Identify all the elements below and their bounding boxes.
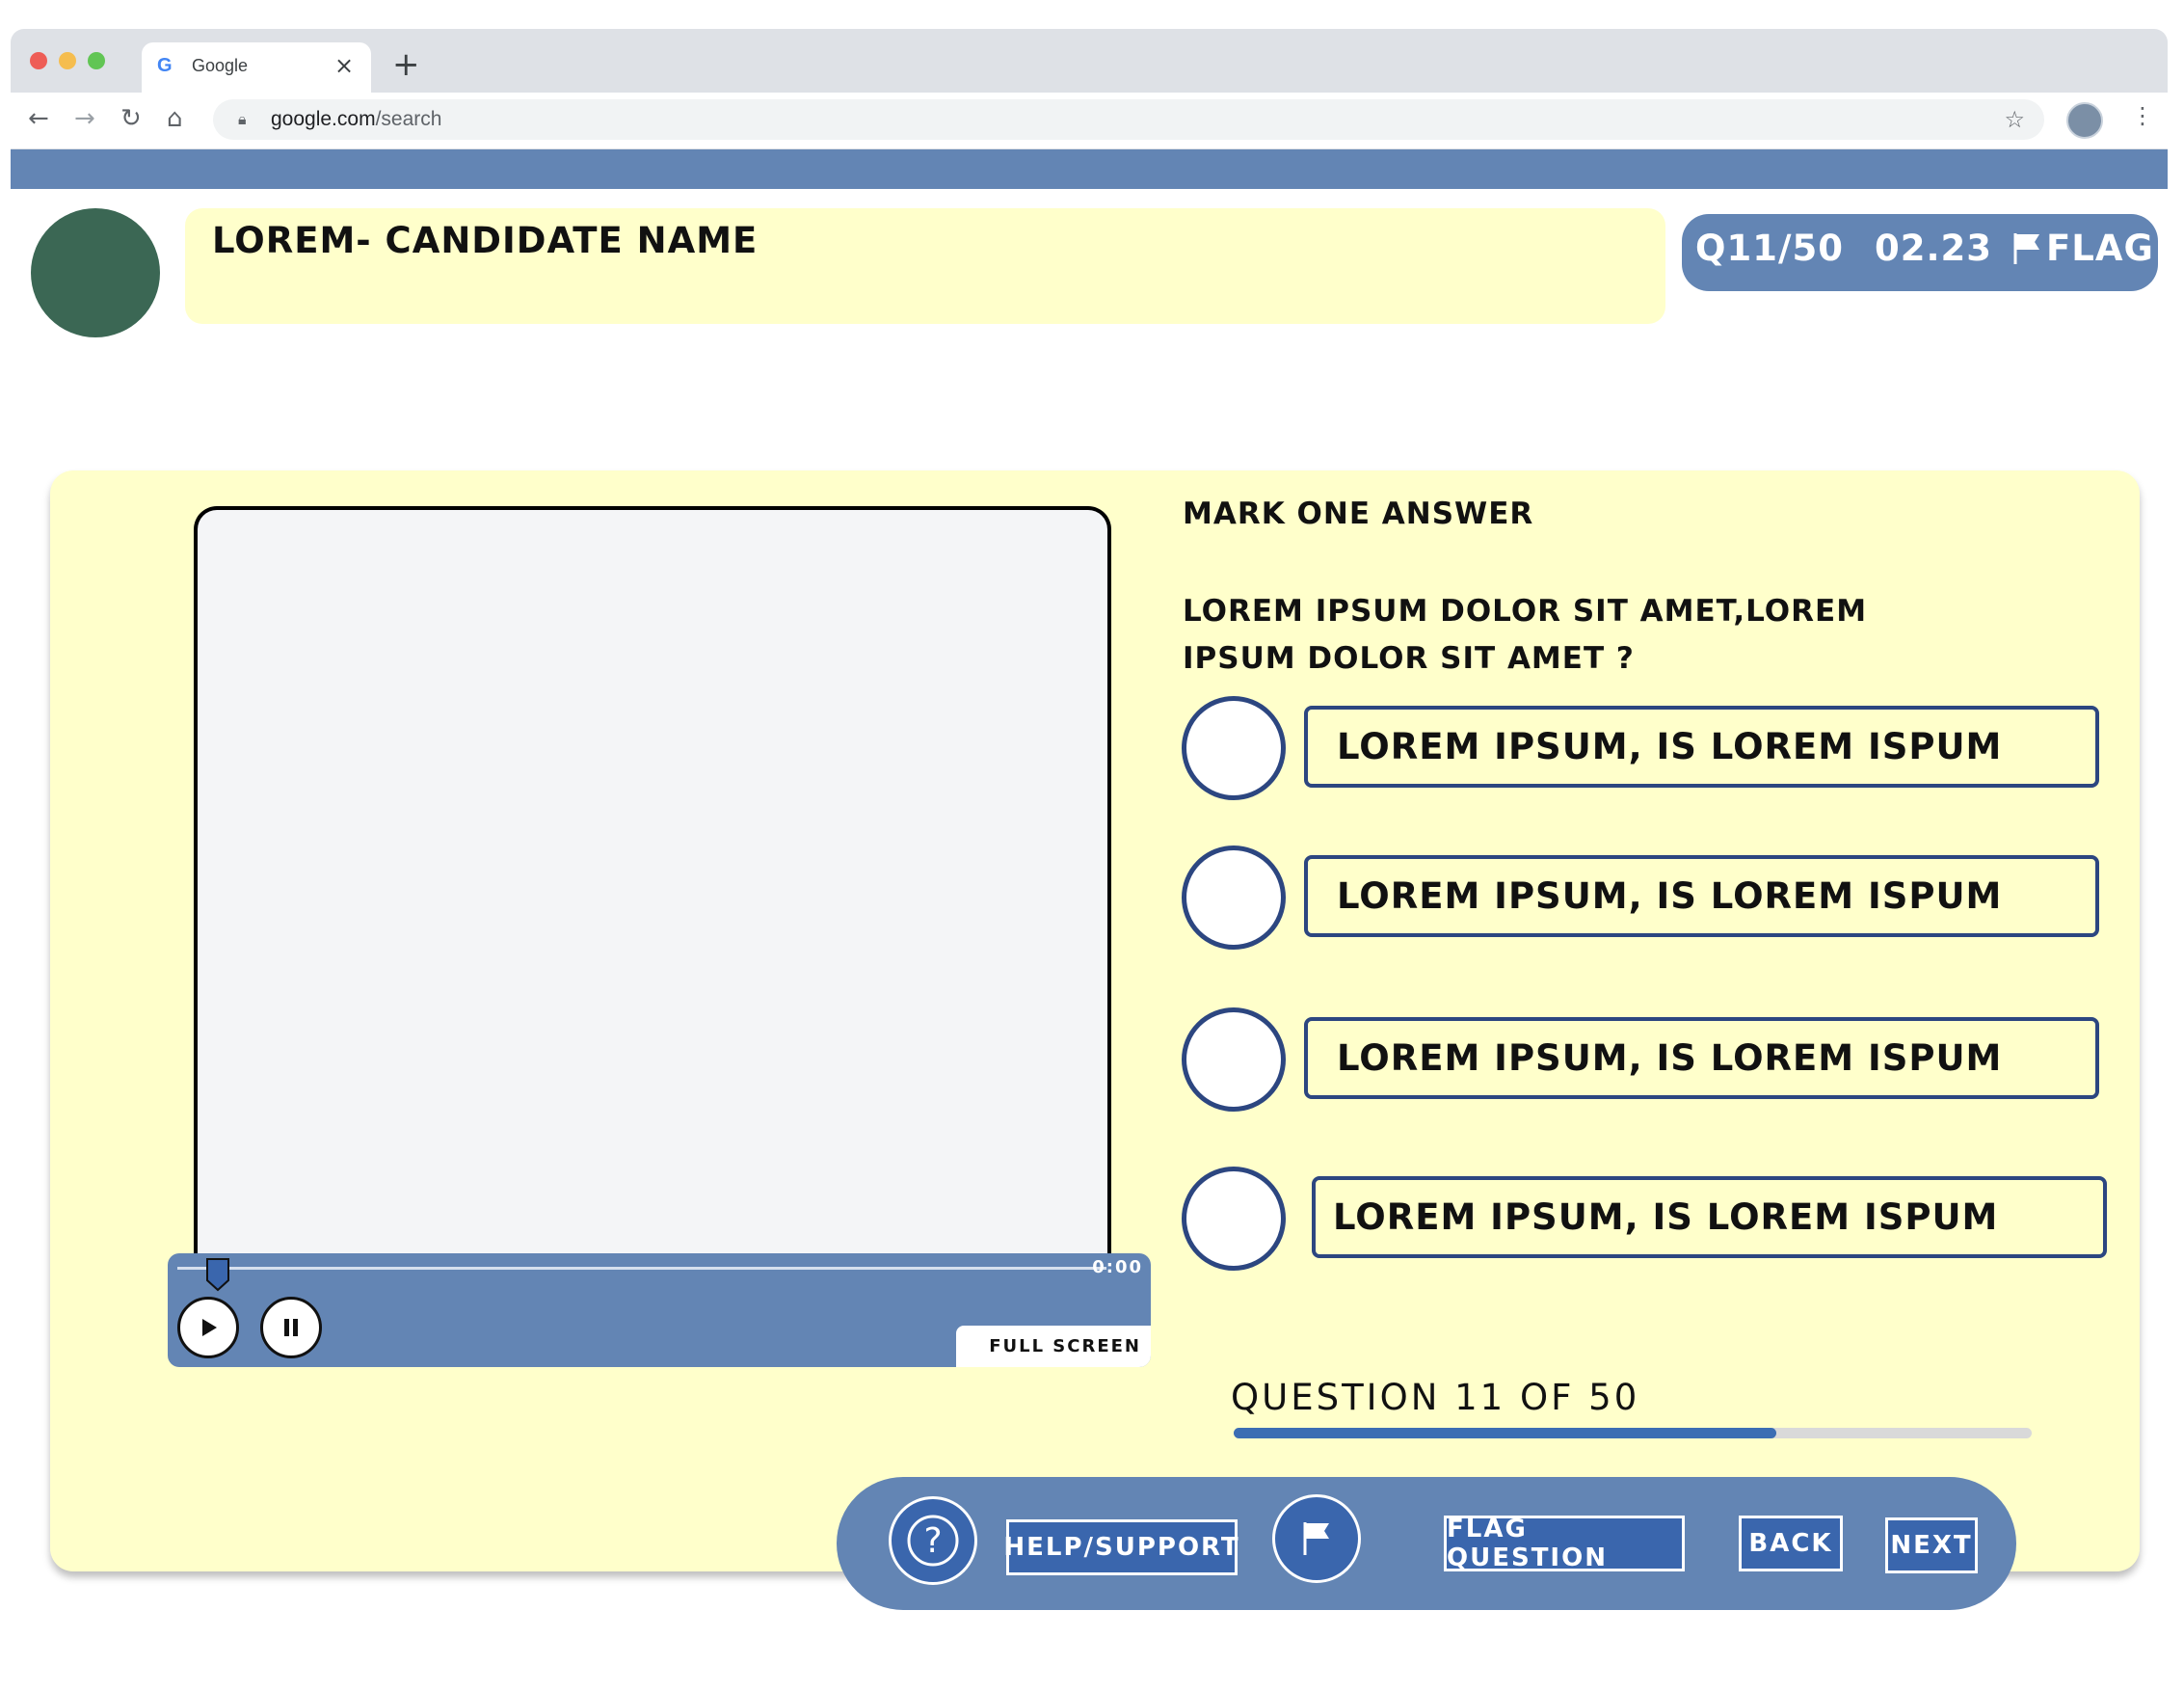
- new-tab-icon[interactable]: +: [392, 48, 420, 81]
- option-1-radio[interactable]: [1182, 696, 1286, 800]
- back-icon[interactable]: ←: [28, 104, 49, 133]
- candidate-name-bar: LOREM- CANDIDATE NAME: [185, 208, 1665, 324]
- timer: 02.23: [1875, 228, 1993, 269]
- google-favicon-icon: G: [157, 55, 173, 76]
- playback-time: 0:00: [1092, 1257, 1143, 1277]
- progress-fill: [1234, 1428, 1777, 1438]
- option-4[interactable]: LOREM IPSUM, IS LOREM ISPUM: [1312, 1176, 2107, 1258]
- option-1[interactable]: LOREM IPSUM, IS LOREM ISPUM: [1304, 706, 2099, 788]
- browser-tab[interactable]: G Google ×: [142, 42, 371, 93]
- progress-label: QUESTION 11 OF 50: [1231, 1377, 1640, 1418]
- flag-icon: [2013, 232, 2039, 264]
- browser-toolbar: ← → ↻ ⌂ 🔒︎ google.com/search ☆ ⋮: [11, 93, 2168, 148]
- flag-question-button[interactable]: FLAG QUESTION: [1444, 1515, 1685, 1572]
- url-host: google.com: [271, 108, 376, 130]
- flag-button[interactable]: FLAG: [2011, 228, 2154, 269]
- close-window-button[interactable]: [30, 52, 47, 69]
- flag-icon: [1303, 1522, 1329, 1555]
- star-icon[interactable]: ☆: [2004, 106, 2025, 133]
- status-pill: Q11/50 02.23 FLAG: [1682, 214, 2158, 291]
- flag-label: FLAG: [2046, 228, 2154, 269]
- url-text: google.com/search: [271, 108, 441, 131]
- option-4-radio[interactable]: [1182, 1167, 1286, 1271]
- progress-bar: [1234, 1428, 2032, 1438]
- fullscreen-button[interactable]: FULL SCREEN: [956, 1326, 1151, 1367]
- instruction-text: MARK ONE ANSWER: [1183, 497, 1534, 531]
- video-screen[interactable]: [194, 506, 1111, 1258]
- help-icon: ?: [907, 1515, 959, 1567]
- next-button[interactable]: NEXT: [1885, 1517, 1978, 1573]
- address-bar[interactable]: 🔒︎ google.com/search ☆: [213, 99, 2044, 140]
- tab-title: Google: [192, 56, 249, 75]
- option-2[interactable]: LOREM IPSUM, IS LOREM ISPUM: [1304, 855, 2099, 937]
- maximize-window-button[interactable]: [88, 52, 105, 69]
- play-button[interactable]: [177, 1297, 239, 1358]
- top-banner: [11, 149, 2168, 189]
- flag-icon-button[interactable]: [1272, 1494, 1361, 1583]
- play-icon: [202, 1319, 217, 1336]
- option-3-radio[interactable]: [1182, 1007, 1286, 1112]
- profile-avatar[interactable]: [2066, 102, 2103, 139]
- question-counter: Q11/50: [1695, 228, 1844, 269]
- forward-icon[interactable]: →: [74, 104, 95, 133]
- scrub-track[interactable]: [177, 1267, 1106, 1270]
- candidate-avatar: [31, 208, 160, 337]
- option-2-radio[interactable]: [1182, 846, 1286, 950]
- pause-button[interactable]: [260, 1297, 322, 1358]
- url-path: /search: [375, 108, 442, 130]
- svg-text:?: ?: [923, 1521, 942, 1561]
- reload-icon[interactable]: ↻: [120, 104, 142, 133]
- candidate-name: LOREM- CANDIDATE NAME: [212, 220, 759, 261]
- help-support-button[interactable]: HELP/SUPPORT: [1003, 1519, 1238, 1575]
- home-icon[interactable]: ⌂: [167, 104, 183, 133]
- lock-icon: 🔒︎: [238, 110, 247, 128]
- back-button[interactable]: BACK: [1739, 1516, 1843, 1571]
- question-text: LOREM IPSUM DOLOR SIT AMET,LOREM IPSUM D…: [1183, 594, 1868, 676]
- option-3[interactable]: LOREM IPSUM, IS LOREM ISPUM: [1304, 1017, 2099, 1099]
- pause-icon: [284, 1319, 298, 1336]
- help-icon-button[interactable]: ?: [889, 1496, 977, 1585]
- kebab-menu-icon[interactable]: ⋮: [2131, 102, 2154, 129]
- bottom-action-bar: ? HELP/SUPPORT FLAG QUESTION BACK NEXT: [837, 1477, 2016, 1610]
- scrub-handle[interactable]: [205, 1257, 230, 1292]
- video-controls: 0:00 FULL SCREEN: [168, 1253, 1151, 1367]
- close-icon[interactable]: ×: [334, 52, 354, 79]
- minimize-window-button[interactable]: [59, 52, 76, 69]
